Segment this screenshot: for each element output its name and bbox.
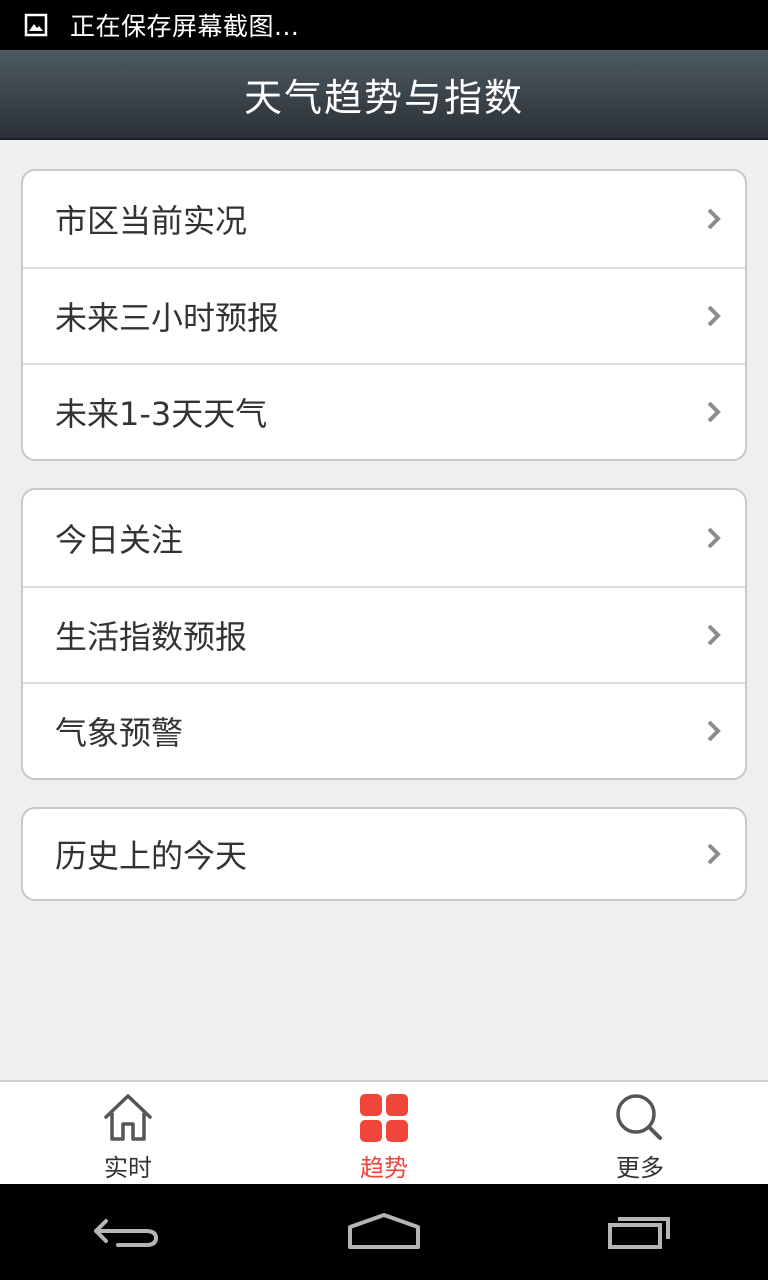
- menu-item-label: 未来1-3天天气: [55, 395, 268, 433]
- menu-item-today-in-history[interactable]: 历史上的今天: [23, 809, 745, 899]
- menu-item-label: 今日关注: [55, 521, 184, 559]
- back-icon[interactable]: [88, 1207, 168, 1257]
- tab-realtime[interactable]: 实时: [0, 1082, 256, 1184]
- chevron-right-icon: [707, 401, 721, 423]
- chevron-right-icon: [707, 208, 721, 230]
- app-header: 天气趋势与指数: [0, 50, 768, 140]
- status-text: 正在保存屏幕截图...: [70, 12, 300, 41]
- page-title: 天气趋势与指数: [243, 75, 524, 120]
- chevron-right-icon: [707, 843, 721, 865]
- system-nav-bar: [0, 1184, 768, 1280]
- menu-item-three-hour-forecast[interactable]: 未来三小时预报: [23, 267, 745, 363]
- search-icon: [616, 1094, 662, 1140]
- menu-item-weather-warning[interactable]: 气象预警: [23, 682, 745, 778]
- menu-item-life-index[interactable]: 生活指数预报: [23, 586, 745, 682]
- menu-item-today-focus[interactable]: 今日关注: [23, 490, 745, 586]
- status-bar: 正在保存屏幕截图...: [0, 0, 768, 50]
- menu-item-label: 市区当前实况: [55, 202, 248, 240]
- grid-icon: [360, 1094, 408, 1142]
- menu-group-forecast: 市区当前实况 未来三小时预报 未来1-3天天气: [21, 169, 747, 461]
- chevron-right-icon: [707, 305, 721, 327]
- menu-item-label: 生活指数预报: [55, 618, 248, 656]
- menu-item-label: 气象预警: [55, 714, 184, 752]
- tab-label: 实时: [104, 1154, 152, 1182]
- menu-item-label: 未来三小时预报: [55, 299, 280, 337]
- chevron-right-icon: [707, 720, 721, 742]
- home-nav-icon[interactable]: [344, 1207, 424, 1257]
- menu-group-index: 今日关注 生活指数预报 气象预警: [21, 488, 747, 780]
- gallery-icon: [24, 13, 48, 37]
- home-icon: [104, 1094, 152, 1141]
- tab-more[interactable]: 更多: [512, 1082, 768, 1184]
- chevron-right-icon: [707, 624, 721, 646]
- tab-trend[interactable]: 趋势: [256, 1082, 512, 1184]
- menu-item-three-day-forecast[interactable]: 未来1-3天天气: [23, 363, 745, 459]
- bottom-tab-bar: 实时 趋势 更多: [0, 1080, 768, 1184]
- menu-group-history: 历史上的今天: [21, 807, 747, 901]
- tab-label: 趋势: [360, 1154, 408, 1182]
- recent-apps-icon[interactable]: [600, 1207, 680, 1257]
- menu-item-label: 历史上的今天: [55, 837, 248, 875]
- chevron-right-icon: [707, 527, 721, 549]
- menu-item-current-conditions[interactable]: 市区当前实况: [23, 171, 745, 267]
- tab-label: 更多: [616, 1154, 664, 1182]
